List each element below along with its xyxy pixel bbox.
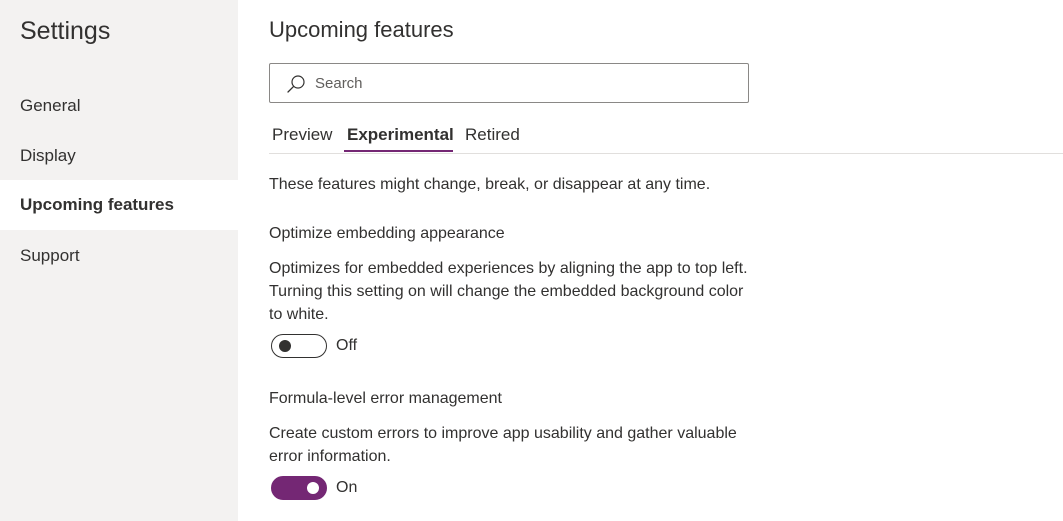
feature-description-optimize-embedding: Optimizes for embedded experiences by al…: [269, 260, 748, 323]
sidebar-item-upcoming-features[interactable]: Upcoming features: [0, 180, 238, 230]
sidebar-item-general[interactable]: General: [0, 81, 238, 131]
tabs-divider: [269, 153, 1063, 154]
toggle-optimize-embedding[interactable]: [271, 334, 327, 358]
feature-description-formula-error-management: Create custom errors to improve app usab…: [269, 425, 737, 465]
toggle-state-label: On: [336, 479, 358, 496]
feature-title-optimize-embedding: Optimize embedding appearance: [269, 225, 505, 242]
tab-selected-indicator: [344, 150, 453, 152]
main-panel: Upcoming features Preview Experimental R…: [238, 0, 1063, 521]
tab-experimental[interactable]: Experimental: [347, 121, 454, 152]
search-box[interactable]: [269, 63, 749, 103]
intro-text: These features might change, break, or d…: [269, 176, 711, 193]
feature-title-formula-error-management: Formula-level error management: [269, 390, 502, 407]
search-icon: [287, 75, 305, 93]
settings-window: Settings General Display Upcoming featur…: [0, 0, 1063, 521]
toggle-formula-error-management[interactable]: [271, 476, 327, 500]
toggle-state-label: Off: [336, 337, 358, 354]
tab-preview[interactable]: Preview: [272, 121, 332, 152]
search-input[interactable]: [315, 64, 735, 102]
toggle-knob: [307, 482, 319, 494]
sidebar: Settings General Display Upcoming featur…: [0, 0, 238, 521]
page-title: Upcoming features: [269, 17, 454, 42]
sidebar-title: Settings: [20, 17, 111, 45]
tab-retired[interactable]: Retired: [465, 121, 520, 152]
sidebar-item-support[interactable]: Support: [0, 231, 238, 281]
sidebar-item-display[interactable]: Display: [0, 131, 238, 181]
toggle-knob: [279, 340, 291, 352]
